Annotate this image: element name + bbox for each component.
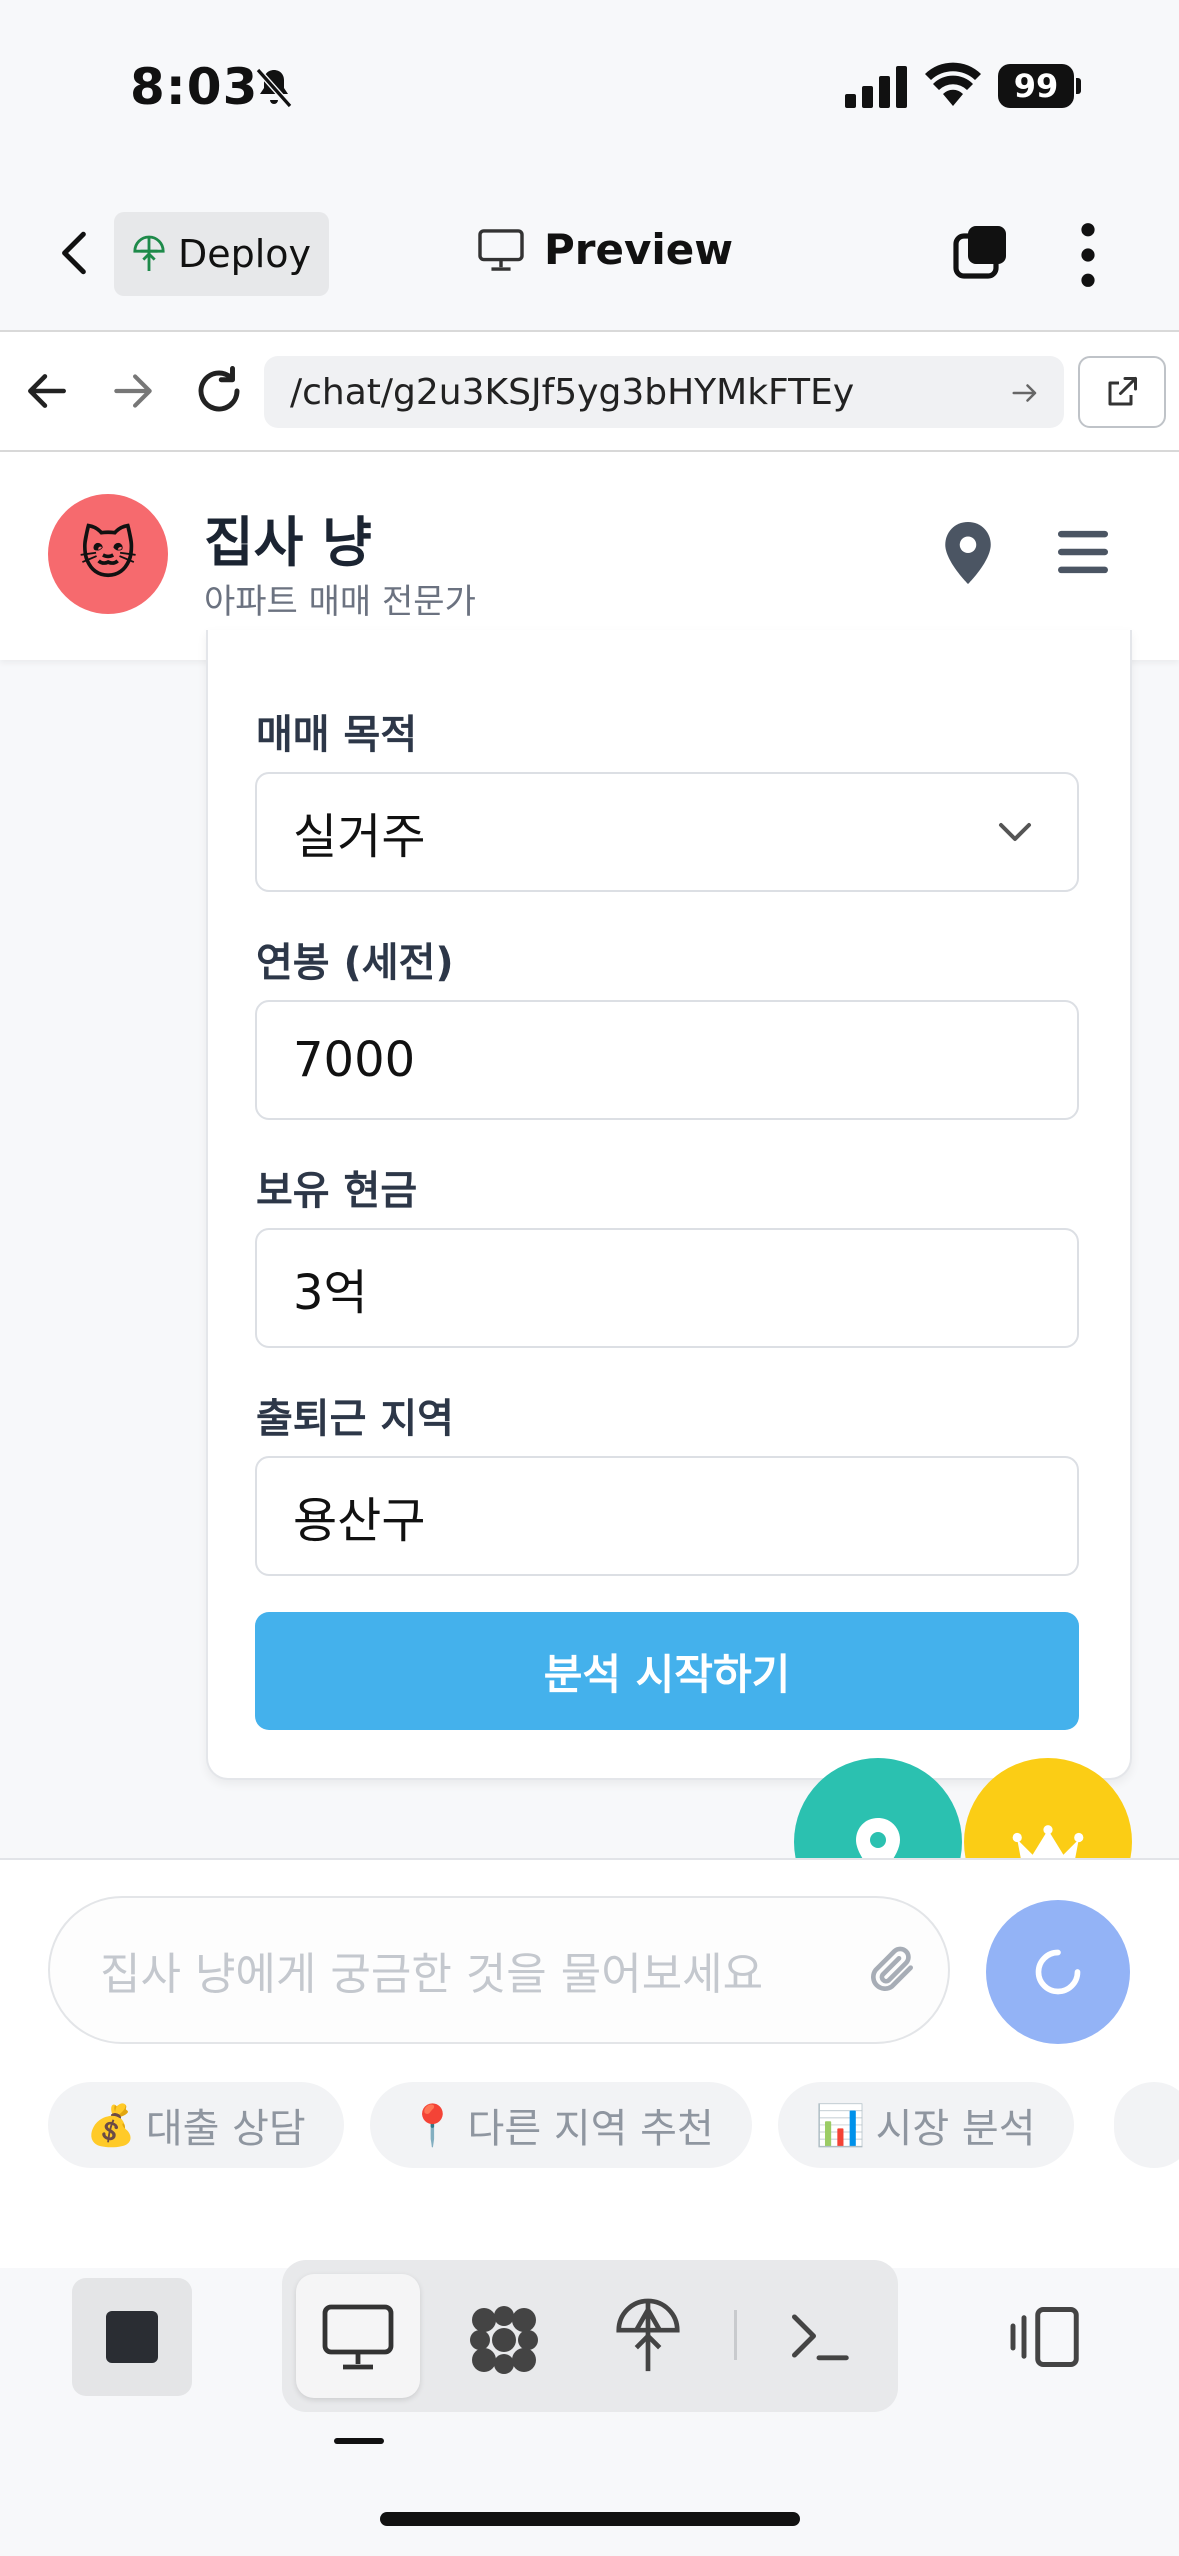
preview-label: Preview <box>544 225 734 274</box>
deploy-label: Deploy <box>177 232 312 276</box>
arrow-left-icon[interactable] <box>22 366 72 416</box>
url-field[interactable]: /chat/g2u3KSJf5yg3bHYMkFTEy <box>264 356 1064 428</box>
open-external-button[interactable] <box>1078 356 1166 428</box>
tabs-icon[interactable] <box>952 224 1008 280</box>
chat-placeholder: 집사 냥에게 궁금한 것을 물어보세요 <box>100 1949 764 2000</box>
deploy-icon <box>133 235 165 271</box>
site-header <box>0 452 1179 660</box>
url-text: /chat/g2u3KSJf5yg3bHYMkFTEy <box>290 371 855 413</box>
back-chevron-icon[interactable] <box>50 228 100 278</box>
home-indicator <box>380 2512 800 2526</box>
bar-chart-icon: 📊 <box>815 2102 866 2149</box>
cellular-signal-icon <box>845 66 907 108</box>
stop-button[interactable] <box>72 2278 192 2396</box>
chip-loan-consult[interactable]: 💰 대출 상담 <box>48 2082 344 2168</box>
deploy-icon[interactable] <box>612 2298 684 2374</box>
send-button[interactable] <box>986 1900 1130 2044</box>
reload-icon[interactable] <box>192 364 246 418</box>
avatar: 🐱 <box>48 494 168 614</box>
salary-input[interactable]: 7000 <box>255 1000 1079 1120</box>
start-analysis-button[interactable]: 분석 시작하기 <box>255 1612 1079 1730</box>
chip-label: 대출 상담 <box>145 2106 306 2152</box>
site-subtitle: 아파트 매매 전문가 <box>204 582 476 622</box>
commute-value: 용산구 <box>293 1493 426 1549</box>
purpose-label: 매매 목적 <box>256 712 418 758</box>
deploy-button[interactable]: Deploy <box>114 212 329 296</box>
bell-muted-icon <box>255 68 293 108</box>
money-bag-icon: 💰 <box>86 2102 136 2149</box>
status-time: 8:03 <box>130 58 259 116</box>
loading-spinner-icon <box>1035 1949 1081 1995</box>
chip-other-region[interactable]: 📍 다른 지역 추천 <box>369 2082 752 2168</box>
preview-title[interactable]: Preview <box>478 225 733 274</box>
purpose-select[interactable]: 실거주 <box>255 772 1079 892</box>
pushpin-icon: 📍 <box>407 2102 458 2149</box>
terminal-icon[interactable] <box>786 2306 852 2366</box>
segment-divider <box>734 2310 737 2360</box>
suggestion-chips: 💰 대출 상담 📍 다른 지역 추천 📊 시장 분석 <box>48 2082 1074 2168</box>
arrow-right-icon[interactable] <box>108 366 158 416</box>
commute-input[interactable]: 용산구 <box>255 1456 1079 1576</box>
chip-label: 시장 분석 <box>875 2106 1036 2152</box>
stop-icon <box>106 2311 158 2363</box>
chat-input[interactable]: 집사 냥에게 궁금한 것을 물어보세요 <box>48 1896 950 2044</box>
chip-label: 다른 지역 추천 <box>467 2106 714 2152</box>
cash-input[interactable]: 3억 <box>255 1228 1079 1348</box>
active-tab-indicator <box>334 2438 384 2444</box>
chip-partial[interactable] <box>1114 2082 1179 2168</box>
site-title: 집사 냥 <box>204 511 372 574</box>
paperclip-icon[interactable] <box>864 1940 920 2000</box>
salary-value: 7000 <box>293 1032 416 1088</box>
chevron-down-icon <box>999 823 1031 841</box>
salary-label: 연봉 (세전) <box>256 940 454 986</box>
wifi-icon <box>925 62 981 106</box>
cash-label: 보유 현금 <box>256 1168 418 1214</box>
monitor-icon[interactable] <box>322 2304 394 2370</box>
chip-market-analysis[interactable]: 📊 시장 분석 <box>777 2082 1074 2168</box>
commute-label: 출퇴근 지역 <box>256 1396 454 1442</box>
purpose-value: 실거주 <box>293 809 426 865</box>
side-panel-icon[interactable] <box>1010 2304 1082 2370</box>
workspace-icon[interactable] <box>464 2300 544 2380</box>
map-pin-icon[interactable] <box>942 522 994 584</box>
battery-tip <box>1076 78 1081 94</box>
battery-indicator: 99 <box>998 64 1074 108</box>
external-link-icon <box>1108 377 1137 406</box>
go-arrow-icon[interactable] <box>1010 378 1040 408</box>
hamburger-menu-icon[interactable] <box>1058 530 1108 574</box>
cash-value: 3억 <box>293 1265 368 1321</box>
more-vertical-icon[interactable] <box>1070 220 1106 290</box>
monitor-icon <box>478 228 524 271</box>
